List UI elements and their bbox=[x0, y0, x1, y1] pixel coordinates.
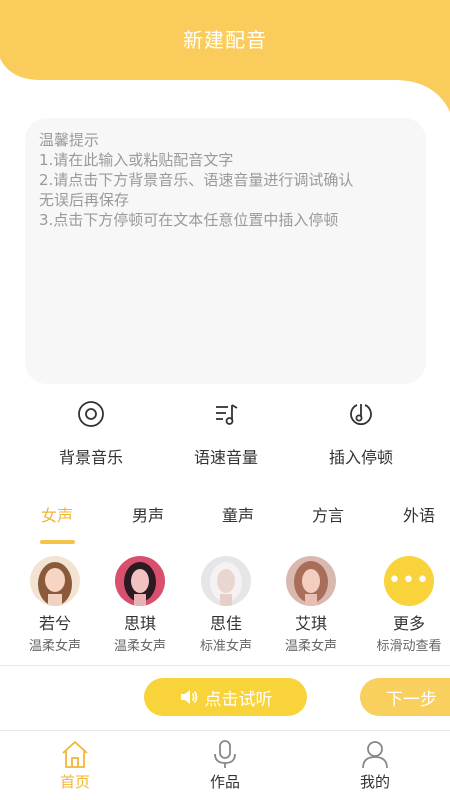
user-icon bbox=[362, 741, 388, 769]
voice-name: 艾琪 bbox=[294, 614, 327, 633]
more-voices-button[interactable]: ••• 更多 标滑动查看 bbox=[369, 556, 449, 654]
music-list-icon bbox=[216, 404, 238, 425]
divider bbox=[0, 665, 450, 666]
script-text-area[interactable]: 温馨提示 1.请在此输入或粘贴配音文字 2.请点击下方背景音乐、语速音量进行调试… bbox=[25, 118, 426, 384]
speed-volume-button[interactable]: 语速音量 bbox=[156, 400, 296, 468]
nav-works[interactable]: 作品 bbox=[190, 739, 260, 792]
tip-line-3: 3.点击下方停顿可在文本任意位置中插入停顿 bbox=[39, 211, 339, 229]
voice-name: 思佳 bbox=[209, 614, 242, 633]
nav-mine-label: 我的 bbox=[359, 773, 390, 791]
background-music-button[interactable]: 背景音乐 bbox=[21, 400, 161, 468]
tab-dialect[interactable]: 方言 bbox=[298, 502, 358, 526]
insert-pause-button[interactable]: 插入停顿 bbox=[291, 400, 431, 468]
active-tab-indicator bbox=[40, 540, 75, 544]
avatar bbox=[201, 556, 251, 606]
tool-row: 背景音乐 语速音量 插入停顿 bbox=[0, 400, 450, 470]
tip-line-1: 1.请在此输入或粘贴配音文字 bbox=[39, 151, 234, 169]
more-icon: ••• bbox=[384, 556, 434, 606]
insert-pause-label: 插入停顿 bbox=[328, 448, 393, 467]
preview-label: 点击试听 bbox=[204, 689, 273, 710]
header-bar: 新建配音 bbox=[0, 0, 450, 112]
voice-item-aiqi[interactable]: 艾琪 温柔女声 bbox=[271, 556, 351, 654]
tab-foreign[interactable]: 外语 bbox=[389, 502, 449, 526]
tab-child[interactable]: 童声 bbox=[208, 502, 268, 526]
preview-button[interactable]: 点击试听 bbox=[144, 678, 307, 716]
voice-item-sijia[interactable]: 思佳 标准女声 bbox=[186, 556, 266, 654]
nav-home[interactable]: 首页 bbox=[40, 739, 110, 792]
page-title: 新建配音 bbox=[183, 28, 267, 52]
voice-name: 若兮 bbox=[38, 614, 71, 633]
nav-works-label: 作品 bbox=[209, 773, 240, 791]
voice-list: 若兮 温柔女声 思琪 温柔女声 思佳 标准女声 艾琪 温柔女声 ••• 更多 标… bbox=[0, 556, 450, 656]
avatar bbox=[30, 556, 80, 606]
speed-volume-label: 语速音量 bbox=[193, 448, 258, 467]
bottom-nav: 首页 作品 我的 bbox=[0, 731, 450, 800]
tab-female[interactable]: 女声 bbox=[27, 502, 87, 526]
voice-description: 温柔女声 bbox=[284, 639, 337, 654]
nav-mine[interactable]: 我的 bbox=[340, 739, 410, 792]
tab-male[interactable]: 男声 bbox=[118, 502, 178, 526]
tip-line-2: 2.请点击下方背景音乐、语速音量进行调试确认 bbox=[39, 171, 354, 189]
tip-heading: 温馨提示 bbox=[39, 131, 100, 149]
voice-item-ruoxi[interactable]: 若兮 温柔女声 bbox=[15, 556, 95, 654]
speaker-icon bbox=[180, 690, 197, 704]
voice-name: 思琪 bbox=[123, 614, 156, 633]
header-background bbox=[0, 0, 450, 112]
nav-home-label: 首页 bbox=[59, 773, 90, 791]
next-step-button[interactable]: 下一步 bbox=[360, 678, 450, 716]
voice-description: 温柔女声 bbox=[28, 639, 81, 654]
voice-item-siqi[interactable]: 思琪 温柔女声 bbox=[100, 556, 180, 654]
background-music-label: 背景音乐 bbox=[58, 448, 123, 467]
disc-icon bbox=[78, 401, 104, 427]
pause-note-icon bbox=[350, 404, 372, 425]
microphone-icon bbox=[214, 740, 236, 768]
more-hint: 标滑动查看 bbox=[376, 639, 442, 654]
more-label: 更多 bbox=[392, 614, 425, 633]
voice-category-tabs: 女声 男声 童声 方言 外语 bbox=[0, 502, 450, 546]
tip-line-2-cont: 无误后再保存 bbox=[39, 191, 130, 209]
avatar bbox=[115, 556, 165, 606]
next-step-label: 下一步 bbox=[386, 689, 437, 710]
voice-description: 标准女声 bbox=[199, 639, 252, 654]
voice-description: 温柔女声 bbox=[113, 639, 166, 654]
avatar bbox=[286, 556, 336, 606]
home-icon bbox=[62, 741, 88, 768]
